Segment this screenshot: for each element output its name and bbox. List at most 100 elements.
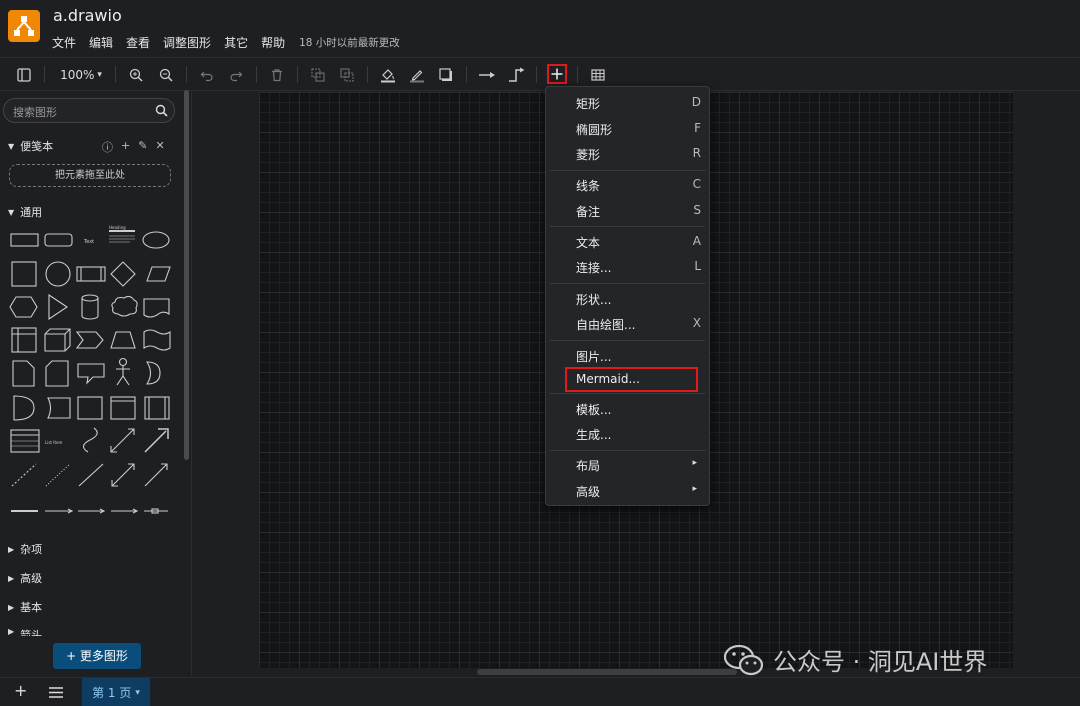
arrow-shape <box>144 428 169 453</box>
to-back-icon[interactable] <box>338 58 356 91</box>
misc-section-header[interactable]: ▶ 杂项 <box>8 541 42 557</box>
menu-item-freehand[interactable]: 自由绘图... X <box>546 312 709 336</box>
note-shape <box>12 360 35 387</box>
delete-icon[interactable] <box>268 58 286 91</box>
tape-shape <box>143 329 171 351</box>
toolbar: 100% ▾ <box>0 57 1080 91</box>
diamond-shape <box>110 261 136 287</box>
wechat-icon <box>723 644 764 675</box>
file-title[interactable]: a.drawio <box>53 6 122 25</box>
scratchpad-drop-zone[interactable]: 把元素拖至此处 <box>9 164 171 187</box>
general-title: 通用 <box>20 206 43 219</box>
watermark: 公众号 · 洞见AI世界 <box>723 642 987 677</box>
basic-section-header[interactable]: ▶ 基本 <box>8 599 42 615</box>
dashed-line-shape <box>11 463 37 487</box>
menu-view[interactable]: 查看 <box>126 34 150 51</box>
menu-item-text[interactable]: 文本 A <box>546 230 709 254</box>
trapezoid-shape <box>110 331 136 349</box>
menu-help[interactable]: 帮助 <box>261 34 285 51</box>
dotted-line-shape <box>45 463 71 487</box>
collapsed-triangle-icon: ▶ <box>8 602 15 612</box>
container-shape <box>77 396 103 420</box>
menu-arrange[interactable]: 调整图形 <box>163 34 211 51</box>
general-shapes-palette[interactable]: Text Heading List Item <box>0 224 180 524</box>
sidebar-scrollbar[interactable] <box>184 90 189 460</box>
advanced-section-header[interactable]: ▶ 高级 <box>8 570 42 586</box>
hexagon-shape <box>9 296 38 318</box>
title-bar: a.drawio 文件 编辑 查看 调整图形 其它 帮助 18 小时以前最新更改 <box>0 0 1080 56</box>
circle-shape <box>45 261 71 287</box>
menu-item-note[interactable]: 备注 S <box>546 199 709 223</box>
page-tab-1[interactable]: 第 1 页 ▾ <box>82 678 150 706</box>
drawio-app: a.drawio 文件 编辑 查看 调整图形 其它 帮助 18 小时以前最新更改… <box>0 0 1080 706</box>
waypoints-icon[interactable] <box>506 58 526 91</box>
insert-plus-button[interactable] <box>547 64 567 84</box>
actor-shape <box>118 357 128 367</box>
rounded-rectangle-shape <box>44 233 73 247</box>
chevron-down-icon: ▾ <box>97 69 102 80</box>
shadow-icon[interactable] <box>437 58 455 91</box>
fill-color-icon[interactable] <box>379 58 397 91</box>
general-header[interactable]: ▼ 通用 <box>8 204 42 220</box>
horizontal-scrollbar[interactable] <box>477 669 737 675</box>
expand-triangle-icon: ▼ <box>8 141 15 151</box>
triangle-shape <box>48 293 68 321</box>
ellipse-shape <box>142 231 170 249</box>
menu-item-image[interactable]: 图片... <box>546 344 709 368</box>
last-saved-status[interactable]: 18 小时以前最新更改 <box>299 35 400 50</box>
search-shapes-input[interactable]: 搜索图形 <box>3 98 175 123</box>
menu-item-line[interactable]: 线条 C <box>546 173 709 197</box>
misc-section-title: 杂项 <box>20 543 43 556</box>
plus-icon <box>551 68 563 80</box>
add-page-icon[interactable]: + <box>14 681 27 700</box>
zoom-in-icon[interactable] <box>127 58 145 91</box>
help-icon[interactable]: ⓘ <box>102 139 113 155</box>
cylinder-shape <box>81 294 99 320</box>
search-icon[interactable] <box>155 104 168 117</box>
arrows-section-header[interactable]: ▶ 箭头 <box>8 627 42 636</box>
shapes-sidebar: 搜索图形 ▼ 便笺本 ⓘ + ✎ ✕ 把元素拖至此处 ▼ 通用 Text Hea… <box>0 92 192 676</box>
rectangle-shape <box>10 233 39 247</box>
drawio-logo-icon <box>8 10 40 42</box>
menu-extras[interactable]: 其它 <box>224 34 248 51</box>
menu-item-link[interactable]: 连接... L <box>546 255 709 279</box>
to-front-icon[interactable] <box>309 58 327 91</box>
page-tab-label: 第 1 页 <box>92 686 132 700</box>
toggle-sidebar-icon[interactable] <box>15 58 33 91</box>
pages-menu-icon[interactable] <box>49 687 63 698</box>
directional-connector-shape <box>144 463 168 487</box>
close-icon[interactable]: ✕ <box>155 139 164 155</box>
add-icon[interactable]: + <box>121 139 130 155</box>
chevron-down-icon: ▾ <box>135 687 140 698</box>
redo-icon[interactable] <box>227 58 245 91</box>
menu-item-rhombus[interactable]: 菱形 R <box>546 142 709 166</box>
line-color-icon[interactable] <box>408 58 426 91</box>
menu-edit[interactable]: 编辑 <box>89 34 113 51</box>
scratchpad-tools: ⓘ + ✎ ✕ <box>102 139 165 155</box>
submenu-arrow-icon: ▸ <box>692 458 697 468</box>
curve-shape <box>82 427 98 453</box>
internal-storage-shape <box>11 327 37 353</box>
text-shape-label: Text <box>83 239 94 245</box>
submenu-arrow-icon: ▸ <box>692 484 697 494</box>
zoom-dropdown[interactable]: 100% ▾ <box>56 58 106 91</box>
menu-item-generate[interactable]: 生成... <box>546 422 709 446</box>
menu-item-shapes[interactable]: 形状... <box>546 287 709 311</box>
connection-arrow-icon[interactable] <box>477 58 497 91</box>
zoom-out-icon[interactable] <box>157 58 175 91</box>
undo-icon[interactable] <box>198 58 216 91</box>
menu-item-rectangle[interactable]: 矩形 D <box>546 91 709 115</box>
edit-pencil-icon[interactable]: ✎ <box>138 139 147 155</box>
more-shapes-button[interactable]: + 更多图形 <box>53 643 141 669</box>
menu-item-layout[interactable]: 布局 ▸ <box>546 453 709 477</box>
menu-item-template[interactable]: 模板... <box>546 397 709 421</box>
scratchpad-header[interactable]: ▼ 便笺本 <box>8 138 53 154</box>
line-shape <box>78 463 104 487</box>
menu-file[interactable]: 文件 <box>52 34 76 51</box>
menu-item-ellipse[interactable]: 椭圆形 F <box>546 117 709 141</box>
basic-section-title: 基本 <box>20 601 43 614</box>
menu-item-advanced[interactable]: 高级 ▸ <box>546 479 709 503</box>
heading-shape-label: Heading <box>109 225 126 230</box>
bidirectional-arrow-shape <box>110 428 135 453</box>
watermark-text: 公众号 · 洞见AI世界 <box>773 648 988 676</box>
